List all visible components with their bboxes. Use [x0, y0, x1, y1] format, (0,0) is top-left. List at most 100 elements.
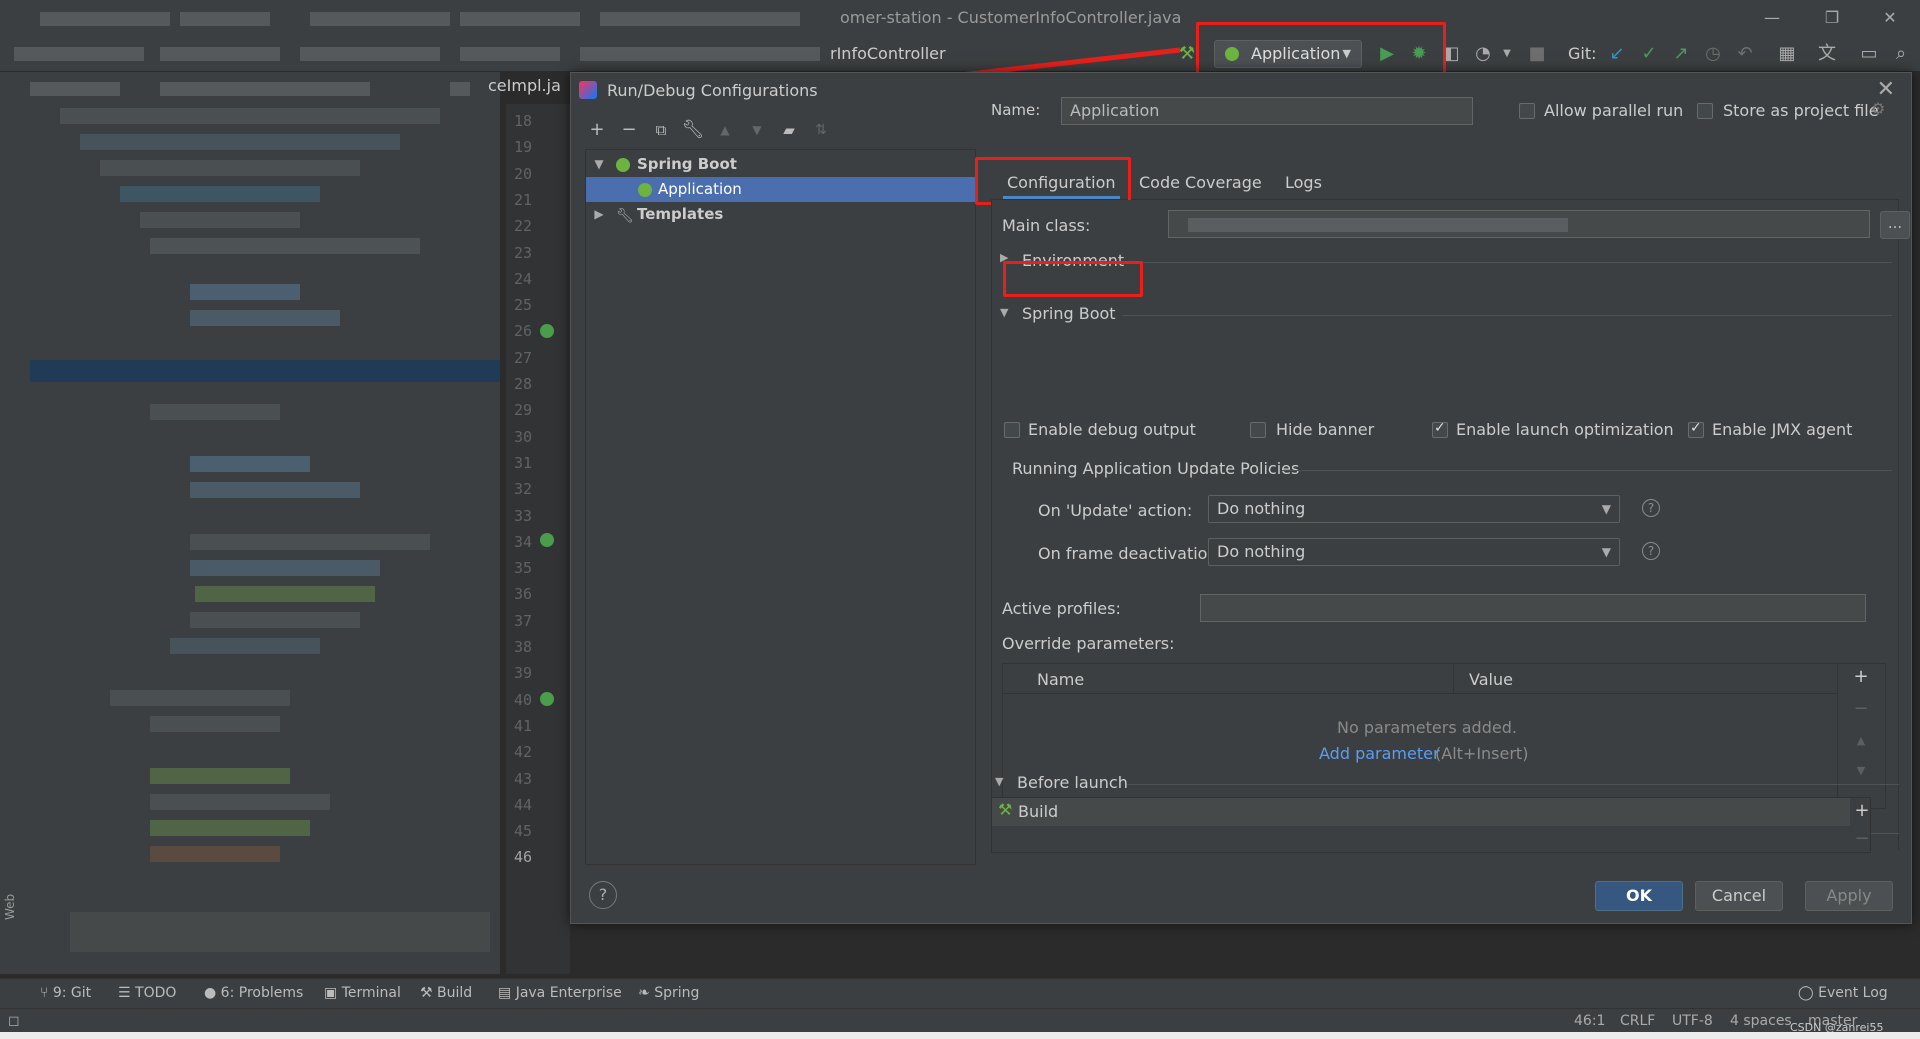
line-number: 24 — [514, 269, 533, 288]
line-separator[interactable]: CRLF — [1620, 1013, 1655, 1029]
chevron-down-icon[interactable]: ▼ — [592, 152, 606, 177]
add-icon[interactable]: + — [1851, 666, 1871, 687]
on-update-select[interactable]: Do nothing ▼ — [1208, 495, 1620, 523]
move-up-icon[interactable]: ▲ — [713, 119, 737, 143]
git-history-icon[interactable]: ◷ — [1702, 44, 1724, 66]
copy-icon[interactable]: ⧉ — [649, 119, 673, 143]
editor-tab[interactable]: ceImpl.ja — [488, 76, 561, 95]
project-structure-icon[interactable]: ▦ — [1776, 44, 1798, 66]
spring-tool-button[interactable]: ❧ Spring — [638, 985, 699, 1001]
indent-setting[interactable]: 4 spaces — [1730, 1013, 1792, 1029]
problems-tool-button[interactable]: ● 6: Problems — [204, 985, 303, 1001]
terminal-tool-button[interactable]: ▣ Terminal — [324, 985, 401, 1001]
chevron-down-icon: ▼ — [1342, 47, 1351, 60]
run-config-selector[interactable]: Application ▼ — [1214, 40, 1362, 68]
list-item[interactable]: ⚒ Build — [992, 798, 1850, 826]
presentation-icon[interactable]: ▭ — [1858, 44, 1880, 66]
sort-icon[interactable]: ⇅ — [809, 119, 833, 143]
java-enterprise-tool-button[interactable]: ▤ Java Enterprise — [498, 985, 622, 1001]
jmx-agent-checkbox[interactable] — [1688, 420, 1704, 438]
move-down-icon[interactable]: ▼ — [745, 119, 769, 143]
tree-group-spring-boot[interactable]: ▼ Spring Boot — [586, 152, 975, 177]
help-icon[interactable]: ? — [1642, 499, 1660, 517]
browse-button[interactable]: ... — [1880, 211, 1910, 239]
before-launch-label: Before launch — [1017, 773, 1128, 792]
add-parameter-link[interactable]: Add parameter — [1319, 744, 1440, 763]
file-encoding[interactable]: UTF-8 — [1672, 1013, 1713, 1029]
blurred-menu — [600, 12, 800, 26]
column-value[interactable]: Value — [1469, 670, 1513, 689]
blurred-row — [120, 186, 320, 202]
apply-button[interactable]: Apply — [1805, 881, 1893, 911]
tab-code-coverage[interactable]: Code Coverage — [1135, 167, 1266, 199]
blurred-breadcrumb — [300, 47, 440, 61]
on-frame-select[interactable]: Do nothing ▼ — [1208, 538, 1620, 566]
line-number: 38 — [514, 638, 533, 656]
tree-templates-label: Templates — [637, 205, 724, 223]
move-up-icon[interactable]: ▲ — [1851, 734, 1871, 747]
tab-configuration[interactable]: Configuration — [1003, 167, 1120, 199]
layout-icon[interactable]: ◻ — [8, 1013, 20, 1029]
blurred-row — [190, 482, 360, 498]
chevron-right-icon[interactable]: ▶ — [1000, 251, 1008, 264]
ok-button[interactable]: OK — [1595, 881, 1683, 911]
search-icon[interactable]: ⌕ — [1890, 44, 1912, 66]
chevron-down-icon[interactable]: ▼ — [995, 775, 1003, 788]
store-project-checkbox[interactable] — [1697, 103, 1713, 119]
blurred-menu — [40, 12, 170, 26]
blurred-row — [70, 912, 490, 952]
folder-icon[interactable]: ▰ — [777, 119, 801, 143]
active-profiles-field[interactable] — [1200, 594, 1866, 622]
chevron-down-icon[interactable]: ▼ — [1496, 44, 1518, 66]
environment-label[interactable]: Environment — [1022, 251, 1124, 270]
caret-position[interactable]: 46:1 — [1574, 1013, 1605, 1029]
git-update-icon[interactable]: ↙ — [1606, 44, 1628, 66]
git-rollback-icon[interactable]: ↶ — [1734, 44, 1756, 66]
tree-group-templates[interactable]: ▶ 🔧︎ Templates — [586, 202, 975, 227]
coverage-icon[interactable]: ◧ — [1440, 44, 1462, 66]
remove-icon[interactable]: − — [617, 119, 641, 143]
allow-parallel-checkbox[interactable] — [1519, 103, 1535, 119]
run-icon[interactable]: ▶ — [1376, 44, 1398, 66]
spring-bean-icon[interactable] — [540, 692, 554, 706]
add-icon[interactable]: + — [1852, 800, 1872, 821]
git-push-icon[interactable]: ↗ — [1670, 44, 1692, 66]
help-icon[interactable]: ? — [1642, 542, 1660, 560]
todo-tool-button[interactable]: ☰ TODO — [118, 985, 176, 1001]
build-tool-label: Build — [437, 985, 473, 1001]
git-commit-icon[interactable]: ✓ — [1638, 44, 1660, 66]
close-window-button[interactable]: ✕ — [1878, 6, 1902, 30]
profile-icon[interactable]: ◔ — [1472, 44, 1494, 66]
move-down-icon[interactable]: ▼ — [1851, 764, 1871, 777]
stop-icon[interactable]: ■ — [1526, 44, 1548, 66]
minimize-button[interactable]: — — [1760, 6, 1784, 30]
gear-icon[interactable]: ⚙ — [1871, 99, 1885, 118]
column-name[interactable]: Name — [1037, 670, 1084, 689]
event-log-button[interactable]: ◯ Event Log — [1798, 985, 1888, 1001]
wrench-icon[interactable]: 🔧︎ — [681, 119, 705, 143]
chevron-right-icon[interactable]: ▶ — [592, 202, 606, 227]
spring-boot-section-label: Spring Boot — [1022, 304, 1116, 323]
line-number: 27 — [514, 348, 533, 367]
launch-optimization-checkbox[interactable] — [1432, 420, 1448, 438]
restore-button[interactable]: ❐ — [1820, 6, 1844, 30]
chevron-down-icon[interactable]: ▼ — [1000, 306, 1008, 319]
git-tool-button[interactable]: ⑂ 9: Git — [40, 985, 91, 1001]
tab-logs[interactable]: Logs — [1281, 167, 1326, 199]
name-field[interactable]: Application — [1061, 97, 1473, 125]
cancel-button[interactable]: Cancel — [1695, 881, 1783, 911]
spring-bean-icon[interactable] — [540, 324, 554, 338]
enable-debug-checkbox[interactable] — [1004, 422, 1020, 438]
web-tool-label[interactable]: Web — [3, 894, 17, 920]
blurred-row — [80, 134, 400, 150]
help-button[interactable]: ? — [589, 881, 617, 909]
hide-banner-checkbox[interactable] — [1250, 422, 1266, 438]
add-icon[interactable]: + — [585, 119, 609, 143]
translate-icon[interactable]: 文 — [1816, 44, 1838, 66]
spring-bean-icon[interactable] — [540, 533, 554, 547]
build-tool-button[interactable]: ⚒ Build — [420, 985, 472, 1001]
remove-icon[interactable]: − — [1851, 698, 1871, 719]
tree-item-application[interactable]: Application — [586, 177, 975, 202]
remove-icon[interactable]: − — [1852, 828, 1872, 849]
debug-icon[interactable]: ✹ — [1408, 44, 1430, 66]
